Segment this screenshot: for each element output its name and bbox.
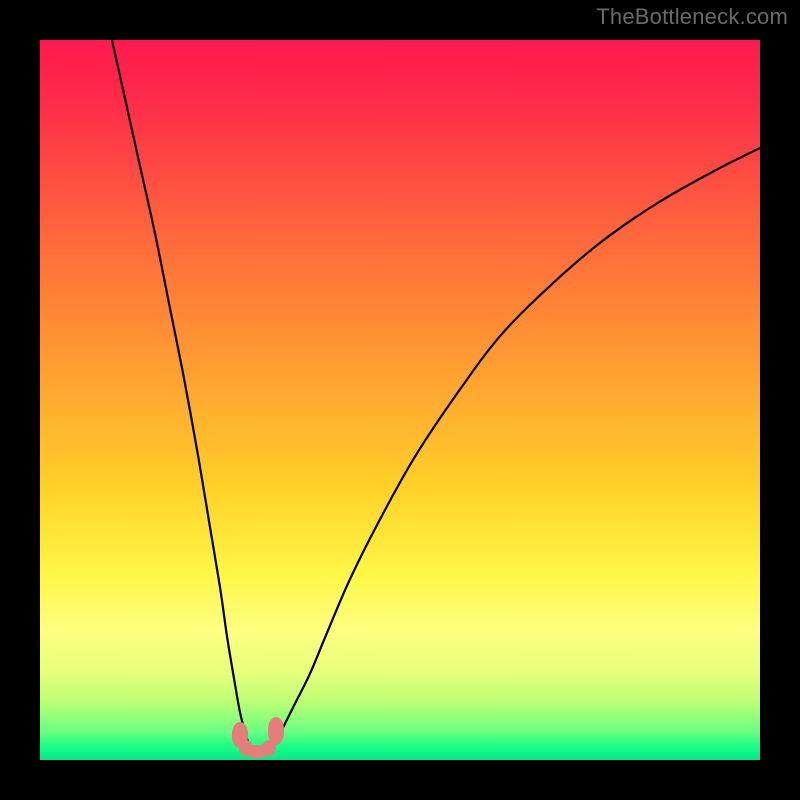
- marker-blob: [268, 717, 284, 745]
- stage: TheBottleneck.com: [0, 0, 800, 800]
- watermark-text: TheBottleneck.com: [596, 4, 788, 30]
- highlight-markers: [40, 40, 760, 760]
- plot-area: [40, 40, 760, 760]
